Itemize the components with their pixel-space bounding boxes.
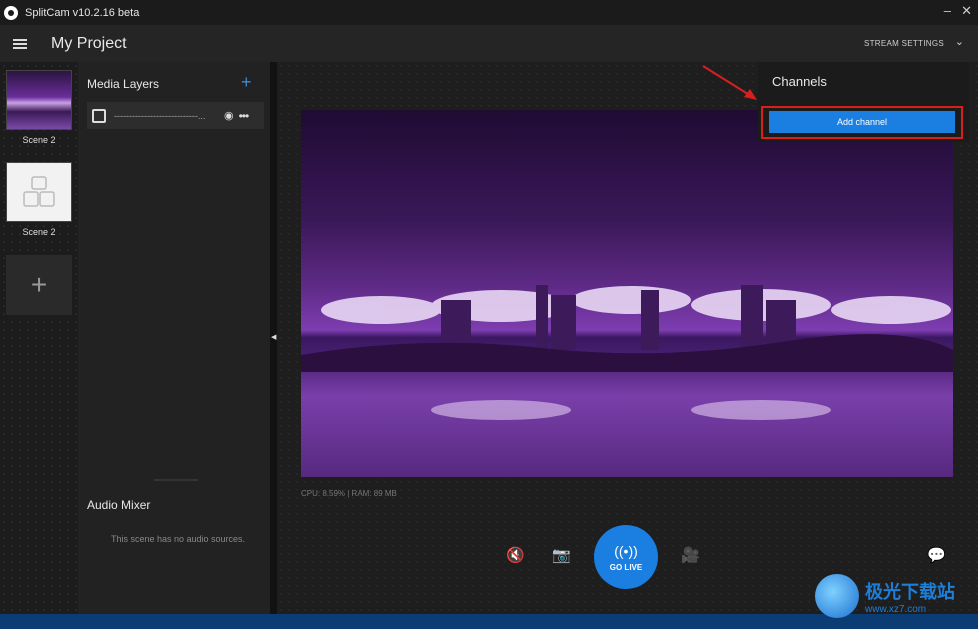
image-icon [92,108,106,123]
app-window: SplitCam v10.2.16 beta – ✕ My Project ST… [0,0,978,614]
hamburger-menu-icon[interactable] [13,37,27,51]
project-title: My Project [51,34,127,52]
scene-thumbnail [6,162,72,222]
record-video-icon[interactable]: 🎥 [681,546,700,564]
window-title: SplitCam v10.2.16 beta [25,6,140,19]
mute-microphone-icon[interactable]: 🔇 [506,546,525,564]
watermark-logo-icon [815,574,859,618]
audio-empty-message: This scene has no audio sources. [110,534,246,544]
close-button[interactable]: ✕ [961,3,972,19]
stream-settings-button[interactable]: STREAM SETTINGS [864,39,944,48]
chevron-down-icon[interactable]: ⌄ [955,35,964,48]
scene-item[interactable]: Scene 2 [6,70,72,145]
watermark-url: www.xz7.com [865,603,927,615]
title-bar: SplitCam v10.2.16 beta – ✕ [0,0,978,25]
more-options-icon[interactable]: ••• [239,109,250,123]
cpu-ram-status: CPU: 8.59% | RAM: 89 MB [301,489,397,498]
collapse-panel-icon[interactable]: ◀ [271,333,276,341]
panel-resize-handle[interactable] [154,479,198,481]
layer-item[interactable]: ----------------------------... ◉ ••• [87,102,264,129]
scenes-panel: Scene 2 Scene 2 + [0,62,78,614]
scene-preview[interactable] [301,110,953,477]
cityscape-image [301,285,953,420]
layer-name: ----------------------------... [114,110,206,121]
go-live-button[interactable]: ((•)) GO LIVE [594,525,658,589]
media-layers-title: Media Layers [87,77,160,91]
splitcam-logo-icon [4,5,18,20]
scene-label: Scene 2 [22,135,56,145]
add-layer-button[interactable]: + [241,72,252,93]
scene-thumbnail [6,70,72,130]
media-layers-panel: Media Layers + -------------------------… [78,62,270,614]
audio-mixer-title: Audio Mixer [87,498,151,512]
media-placeholder-icon [23,176,55,207]
go-live-label: GO LIVE [609,562,643,572]
app-header: My Project STREAM SETTINGS ⌄ [0,25,978,62]
channels-title: Channels [772,74,827,89]
minimize-button[interactable]: – [944,3,951,18]
eye-icon[interactable]: ◉ [224,109,234,122]
snapshot-camera-icon[interactable]: 📷 [552,546,571,564]
broadcast-icon: ((•)) [614,542,638,559]
annotation-highlight-box [761,106,963,139]
scene-label: Scene 2 [22,227,56,237]
add-scene-button[interactable]: + [6,255,72,315]
scene-item[interactable]: Scene 2 [6,162,72,237]
watermark-site-name: 极光下载站 [865,581,955,602]
chat-icon[interactable]: 💬 [927,546,946,564]
site-watermark: 极光下载站 www.xz7.com [815,574,955,618]
preview-area: CPU: 8.59% | RAM: 89 MB 🔇 📷 ((•)) GO LIV… [277,62,978,614]
